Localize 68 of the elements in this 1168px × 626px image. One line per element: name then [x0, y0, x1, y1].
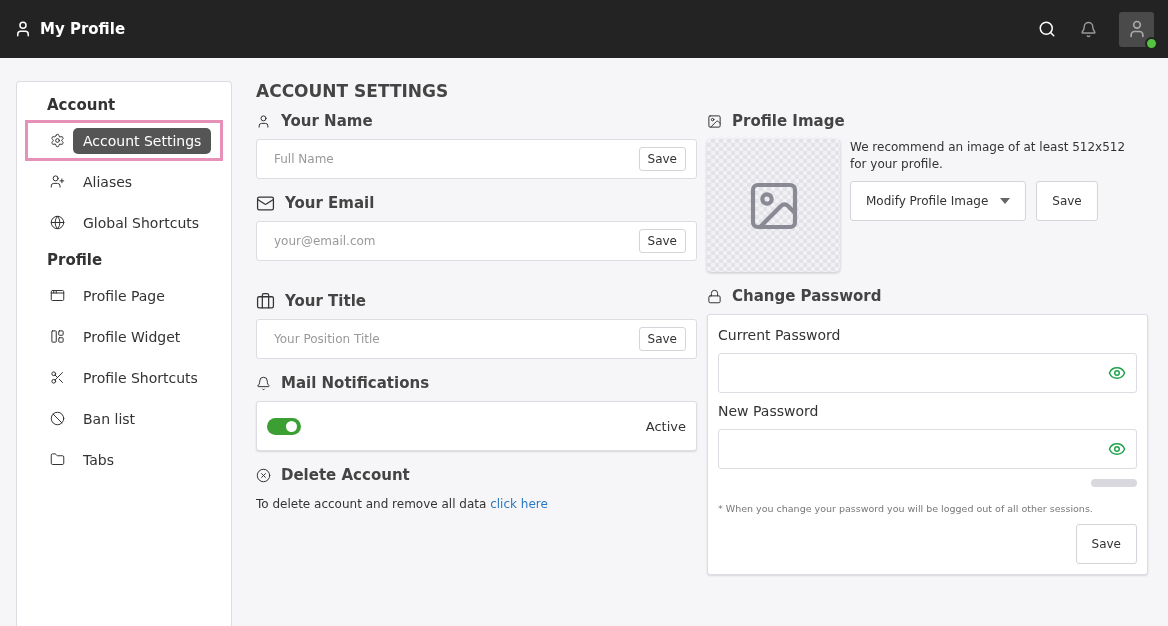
caret-icon [1000, 198, 1011, 204]
item-label: Ban list [82, 409, 137, 429]
password-label: Current Password [718, 327, 842, 343]
field-label: Delete Account [281, 466, 410, 484]
status-text: Active [645, 418, 686, 434]
search-button[interactable] [1038, 20, 1056, 38]
sidebar-item[interactable]: Ban list [25, 398, 223, 439]
window-icon [50, 288, 65, 303]
field-label: Mail Notifications [281, 374, 430, 392]
item-label: Profile Widget [82, 327, 182, 347]
gear-icon [50, 133, 65, 148]
user-plus-icon [50, 174, 65, 189]
page-title: My Profile [40, 20, 127, 38]
toggle-switch[interactable] [267, 417, 301, 435]
sidebar-item[interactable]: Profile Shortcuts [25, 357, 223, 398]
item-label: Tabs [82, 450, 115, 470]
password-note: * When you change your password you will be logged out of all other sessions. [718, 503, 1094, 514]
user-icon [14, 20, 32, 38]
folder-icon [50, 452, 65, 467]
image-hint: We recommend an image of at least 512x512 for your profile. [850, 139, 1127, 173]
scissors-icon [50, 370, 65, 385]
field-label: Your Email [285, 194, 375, 212]
sidebar-item[interactable]: Profile Page [25, 275, 223, 316]
notifications-button[interactable] [1080, 20, 1097, 38]
sidebar-item[interactable]: Global Shortcuts [25, 202, 223, 243]
field-label: Your Name [281, 112, 373, 130]
avatar-button[interactable] [1119, 11, 1154, 47]
save-button[interactable]: Save [638, 147, 686, 171]
delete-text: To delete account and remove all data click here [256, 497, 549, 511]
sidebar-item[interactable]: Profile Widget [25, 316, 223, 357]
user-icon [256, 113, 271, 129]
ban-icon [50, 411, 65, 426]
item-label: Aliases [82, 172, 134, 192]
delete-link[interactable]: click here [490, 497, 548, 511]
bell-icon [256, 375, 271, 391]
field-label: Change Password [732, 287, 882, 305]
save-button[interactable]: Save [1036, 181, 1098, 221]
image-icon [707, 113, 722, 129]
save-button[interactable]: Save [1075, 524, 1137, 564]
globe-icon [50, 215, 65, 230]
briefcase-icon [256, 291, 275, 311]
group-title: Profile [47, 251, 104, 269]
password-label: New Password [718, 403, 820, 419]
section-title: ACCOUNT SETTINGS [256, 81, 450, 101]
panel-icon [50, 329, 65, 344]
input-field[interactable]: Full Name Save [256, 139, 697, 179]
item-label: Profile Shortcuts [82, 368, 199, 388]
eye-icon[interactable] [1108, 440, 1126, 458]
lock-icon [707, 288, 722, 304]
group-title: Account [47, 96, 117, 114]
password-field[interactable] [718, 353, 1137, 393]
field-label: Your Title [285, 292, 366, 310]
item-label: Global Shortcuts [82, 213, 201, 233]
strength-meter [1091, 479, 1137, 487]
item-label: Profile Page [82, 286, 166, 306]
field-label: Profile Image [732, 112, 845, 130]
modify-image-dropdown[interactable]: Modify Profile Image [850, 181, 1027, 221]
close-circle-icon [256, 467, 271, 483]
item-label: Account Settings [73, 127, 212, 154]
sidebar-item[interactable]: Aliases [25, 161, 223, 202]
save-button[interactable]: Save [638, 229, 686, 253]
input-field[interactable]: Your Position Title Save [256, 319, 697, 359]
sidebar-item[interactable]: Tabs [25, 439, 223, 480]
sidebar-item[interactable]: Account Settings [25, 120, 223, 161]
eye-icon[interactable] [1108, 364, 1126, 382]
password-field[interactable] [718, 429, 1137, 469]
input-field[interactable]: your@email.com Save [256, 221, 697, 261]
save-button[interactable]: Save [638, 327, 686, 351]
